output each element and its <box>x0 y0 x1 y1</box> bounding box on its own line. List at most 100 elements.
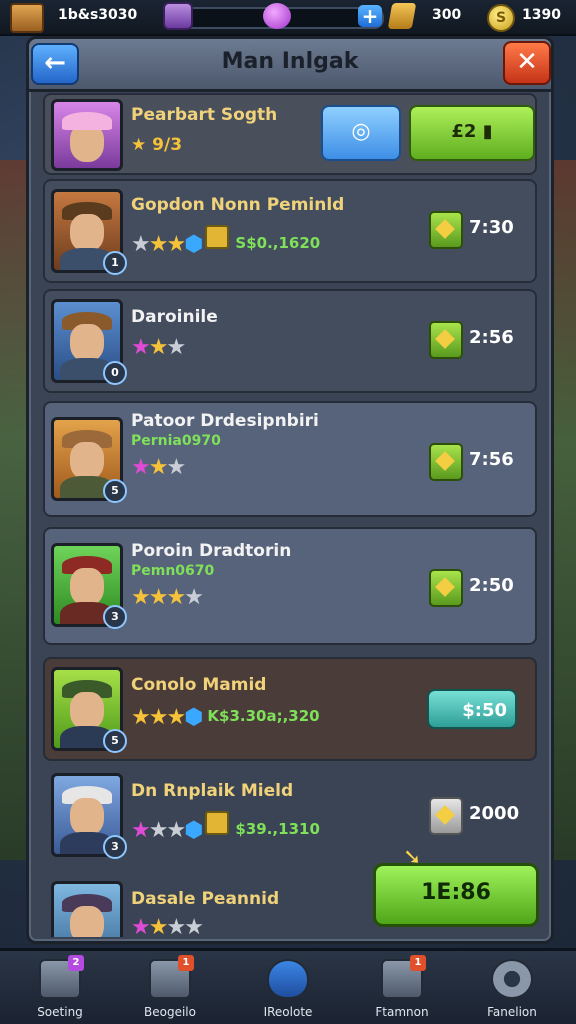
star-icon: ★ <box>148 455 169 480</box>
nav-item-ireolote[interactable]: IReolote <box>238 955 338 1024</box>
avatar-hair <box>62 112 112 130</box>
star-icon: ★ <box>148 818 169 843</box>
gold-ticket-icon[interactable] <box>429 211 463 249</box>
hire-price: 7:30 <box>469 217 514 238</box>
gold-ticket-icon[interactable] <box>429 321 463 359</box>
nav-label: Fanelion <box>487 1005 537 1019</box>
silver-ticket-icon[interactable] <box>429 797 463 835</box>
nav-badge: 1 <box>178 955 194 971</box>
nav-badge: 1 <box>410 955 426 971</box>
character-name: Gopdon Nonn Peminld <box>131 195 345 215</box>
character-subtext: Pemn0670 <box>131 563 215 579</box>
character-name: Daroinile <box>131 307 218 327</box>
level-badge: 0 <box>103 361 127 385</box>
nav-badge: 2 <box>68 955 84 971</box>
star-icon: ★ <box>184 915 204 939</box>
character-name: Dn Rnplaik Mield <box>131 781 294 801</box>
star-icon: ★ <box>166 818 186 843</box>
cash-value: S$0.,1620 <box>235 234 321 252</box>
character-name: Dasale Peannid <box>131 889 280 909</box>
character-row[interactable]: 5 Conolo Mamid ★★★⬢ K$3.30a;,320 $:50 <box>43 657 537 761</box>
character-name: Poroin Dradtorin <box>131 541 292 561</box>
character-row[interactable]: 3 Poroin Dradtorin Pemn0670 ★★★★ 2:50 <box>43 527 537 645</box>
hire-price: 2000 <box>469 803 520 824</box>
featured-avatar <box>51 99 123 171</box>
star-rating: ★★★⬢ S$0.,1620 <box>131 225 320 257</box>
crystal-buy-button[interactable]: $:50 <box>427 689 517 729</box>
level-badge: 3 <box>103 605 127 629</box>
star-icon: ★ <box>131 455 151 480</box>
star-icon: ★ <box>148 335 169 360</box>
gold-ticket-icon[interactable] <box>429 569 463 607</box>
level-badge: 3 <box>103 835 127 859</box>
page-title: Man Inlgak <box>221 49 359 74</box>
star-icon: ★ <box>131 335 151 360</box>
nav-item-soeting[interactable]: 2 Soeting <box>10 955 110 1024</box>
level-badge: 1 <box>103 251 127 275</box>
featured-rating: ★ 9/3 <box>131 135 183 155</box>
resource-bar: 1b&s3030 + 300 S 1390 <box>0 0 576 36</box>
star-icon: ★ <box>131 585 151 610</box>
nav-label: Soeting <box>37 1005 83 1019</box>
featured-buy-button[interactable]: £2 ▮ <box>409 105 535 161</box>
character-name: Patoor Drdesipnbiri <box>131 411 319 431</box>
coin-count: 1b&s3030 <box>58 7 138 23</box>
character-row[interactable]: 0 Daroinile ★★★ 2:56 <box>43 289 537 393</box>
star-icon: ★ <box>131 915 151 939</box>
gem-icon: ⬢ <box>184 818 203 843</box>
star-icon: ★ <box>166 455 186 480</box>
hire-price: 2:50 <box>469 575 514 596</box>
gold-coin-icon: S <box>487 4 515 32</box>
star-icon: ★ <box>166 705 186 730</box>
nav-item-beogeilo[interactable]: 1 Beogeilo <box>120 955 220 1024</box>
hire-panel: ← Man Inlgak ✕ Pearbart Sogth ★ 9/3 ◎ £2… <box>26 36 554 944</box>
cash-value: K$3.30a;,320 <box>207 707 320 725</box>
panel-header: ← Man Inlgak ✕ <box>29 39 551 92</box>
star-icon: ★ <box>148 705 169 730</box>
avatar-face <box>70 324 104 362</box>
add-resource-button[interactable]: + <box>358 5 382 27</box>
level-badge: 5 <box>103 479 127 503</box>
character-row[interactable]: 5 Patoor Drdesipnbiri Pernia0970 ★★★ 7:5… <box>43 401 537 517</box>
star-rating: ★★★⬢ K$3.30a;,320 <box>131 705 320 730</box>
nav-item-fanelion[interactable]: Fanelion <box>462 955 562 1024</box>
gold-bar-icon <box>387 3 417 29</box>
close-button[interactable]: ✕ <box>503 41 551 85</box>
level-badge: 5 <box>103 729 127 753</box>
gem-count: 300 <box>432 7 462 23</box>
hire-price: 7:56 <box>469 449 514 470</box>
chest-icon[interactable] <box>10 3 44 33</box>
gold-count: 1390 <box>522 7 561 23</box>
character-row[interactable]: 3 Dn Rnplaik Mield ★★★⬢ $39.,1310 2000 <box>43 765 537 869</box>
featured-row[interactable]: Pearbart Sogth ★ 9/3 ◎ £2 ▮ <box>43 93 537 175</box>
character-subtext: Pernia0970 <box>131 433 221 449</box>
magic-orb-icon <box>263 3 291 29</box>
info-button[interactable]: ◎ <box>321 105 401 161</box>
star-icon: ★ <box>148 232 169 257</box>
avatar-face <box>70 442 104 480</box>
avatar-face <box>70 906 104 937</box>
hire-price: 2:56 <box>469 327 514 348</box>
gem-icon: ⬢ <box>184 232 203 257</box>
nav-label: Ftamnon <box>375 1005 429 1019</box>
cash-icon <box>205 225 230 249</box>
character-avatar <box>51 881 123 937</box>
character-name: Conolo Mamid <box>131 675 267 695</box>
star-rating: ★★★ <box>131 455 186 480</box>
star-icon: ★ <box>148 585 169 610</box>
avatar-face <box>70 214 104 252</box>
bottom-nav: 2 Soeting 1 Beogeilo IReolote 1 Ftamnon … <box>0 948 576 1024</box>
featured-name: Pearbart Sogth <box>131 105 278 125</box>
shield-icon <box>267 959 309 999</box>
star-icon: ★ <box>166 335 186 360</box>
avatar-face <box>70 692 104 730</box>
star-icon: ★ <box>131 232 151 257</box>
hire-confirm-button[interactable]: 1E:86 <box>373 863 539 927</box>
avatar-face <box>70 798 104 836</box>
character-row[interactable]: 1 Gopdon Nonn Peminld ★★★⬢ S$0.,1620 7:30 <box>43 179 537 283</box>
gold-ticket-icon[interactable] <box>429 443 463 481</box>
nav-label: Beogeilo <box>144 1005 196 1019</box>
star-icon: ★ <box>166 915 186 939</box>
nav-item-ftamnon[interactable]: 1 Ftamnon <box>352 955 452 1024</box>
star-icon: ★ <box>184 585 204 610</box>
